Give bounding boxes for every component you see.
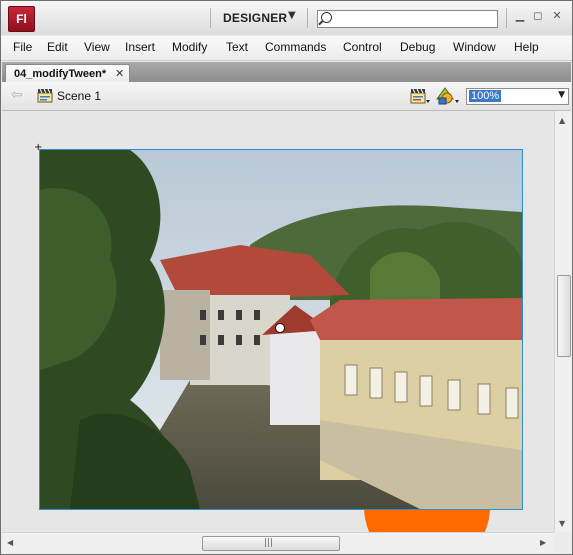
flash-window: Fl DESIGNER ▼ ▁ ◻ ✕ File Edit View Inser… xyxy=(0,0,573,555)
document-tab-strip: 04_modifyTween* ✕ xyxy=(2,62,571,83)
close-icon[interactable]: ✕ xyxy=(115,67,124,80)
vertical-scroll-thumb[interactable] xyxy=(557,275,571,357)
vertical-scrollbar[interactable]: ▲ ▼ xyxy=(554,111,572,532)
title-bar: Fl DESIGNER ▼ ▁ ◻ ✕ xyxy=(1,1,572,35)
edit-bar: ⇦ Scene 1 100% ▼ xyxy=(2,82,571,111)
search-icon xyxy=(321,12,332,23)
scroll-left-icon[interactable]: ◀ xyxy=(7,538,13,547)
stage-pasteboard[interactable]: + xyxy=(2,111,554,532)
scroll-right-icon[interactable]: ▶ xyxy=(540,538,546,547)
scene-clapper-icon xyxy=(37,88,53,103)
chevron-down-icon[interactable]: ▼ xyxy=(288,10,296,21)
search-input[interactable] xyxy=(336,11,494,25)
menu-bar: File Edit View Insert Modify Text Comman… xyxy=(1,36,572,61)
menu-file[interactable]: File xyxy=(13,40,32,54)
transform-point-handle[interactable] xyxy=(275,323,285,333)
menu-help[interactable]: Help xyxy=(514,40,539,54)
menu-insert[interactable]: Insert xyxy=(125,40,155,54)
scroll-up-icon[interactable]: ▲ xyxy=(559,116,565,125)
zoom-combo[interactable]: 100% ▼ xyxy=(466,88,569,105)
restore-icon[interactable]: ◻ xyxy=(531,9,545,23)
zoom-value[interactable]: 100% xyxy=(469,90,502,102)
back-arrow-icon[interactable]: ⇦ xyxy=(11,87,23,103)
document-tab-label: 04_modifyTween* xyxy=(14,68,107,80)
workspace-switcher[interactable]: DESIGNER xyxy=(223,11,287,25)
document-tab[interactable]: 04_modifyTween* ✕ xyxy=(5,64,130,83)
menu-commands[interactable]: Commands xyxy=(265,40,326,54)
scene-label[interactable]: Scene 1 xyxy=(57,89,101,103)
title-separator xyxy=(210,8,211,28)
menu-window[interactable]: Window xyxy=(453,40,496,54)
title-separator xyxy=(307,8,308,28)
menu-edit[interactable]: Edit xyxy=(47,40,68,54)
horizontal-scroll-thumb[interactable]: ||| xyxy=(202,536,340,551)
flash-logo: Fl xyxy=(8,6,35,32)
menu-debug[interactable]: Debug xyxy=(400,40,435,54)
edit-scene-icon[interactable] xyxy=(410,88,430,104)
close-icon[interactable]: ✕ xyxy=(550,9,564,23)
scroll-down-icon[interactable]: ▼ xyxy=(559,519,565,528)
title-separator xyxy=(506,8,507,28)
help-search-field[interactable] xyxy=(317,10,498,28)
menu-view[interactable]: View xyxy=(84,40,110,54)
grip-icon: ||| xyxy=(264,538,274,548)
scrollbar-corner xyxy=(554,532,572,554)
horizontal-scrollbar[interactable]: ◀ ||| ▶ xyxy=(2,532,554,554)
chevron-down-icon[interactable]: ▼ xyxy=(558,90,565,100)
menu-modify[interactable]: Modify xyxy=(172,40,207,54)
minimize-icon[interactable]: ▁ xyxy=(513,9,527,23)
edit-symbols-icon[interactable] xyxy=(436,87,460,105)
menu-control[interactable]: Control xyxy=(343,40,382,54)
menu-text[interactable]: Text xyxy=(226,40,248,54)
